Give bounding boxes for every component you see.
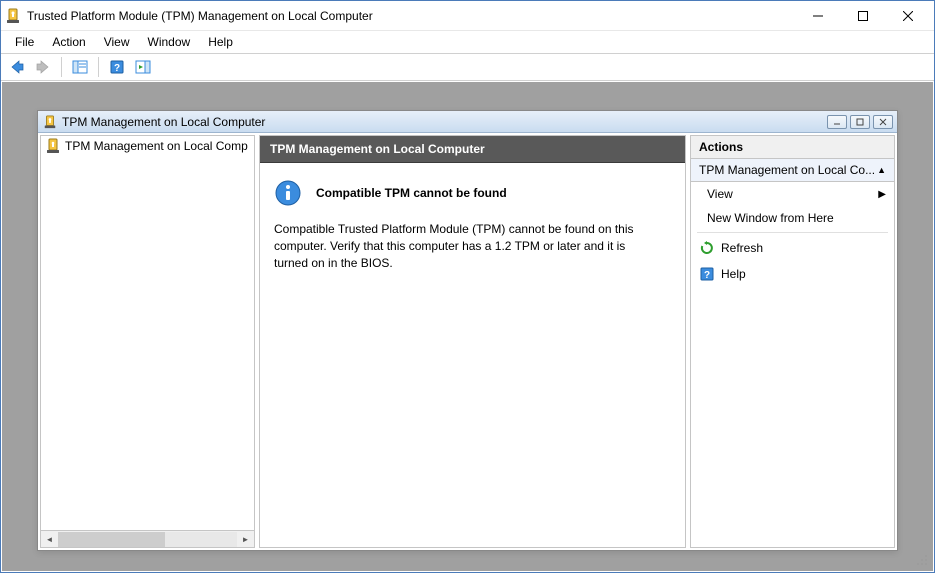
menu-action[interactable]: Action [44,33,93,51]
mdi-client-area: TPM Management on Local Computer TPM Man… [2,82,933,571]
message-header: Compatible TPM cannot be found [274,179,671,207]
collapse-icon: ▲ [877,165,886,175]
action-new-window[interactable]: New Window from Here [691,206,894,230]
mdi-minimize-button[interactable] [827,115,847,129]
tpm-icon [45,138,61,154]
submenu-arrow-icon: ▶ [878,189,886,200]
actions-panel: Actions TPM Management on Local Co... ▲ … [690,135,895,548]
horizontal-scrollbar[interactable]: ◄ ► [41,530,254,547]
tree-panel: TPM Management on Local Comp ◄ ► [40,135,255,548]
mdi-close-button[interactable] [873,115,893,129]
info-icon [274,179,302,207]
scroll-right-button[interactable]: ► [237,532,254,547]
toolbar-separator [98,57,99,77]
center-panel: TPM Management on Local Computer Compati… [259,135,686,548]
titlebar: Trusted Platform Module (TPM) Management… [1,1,934,31]
mdi-maximize-button[interactable] [850,115,870,129]
action-label: Refresh [721,241,763,255]
mdi-child-window: TPM Management on Local Computer TPM Man… [37,110,898,551]
panels: TPM Management on Local Comp ◄ ► TPM Man… [38,133,897,550]
svg-text:?: ? [704,270,710,281]
actions-section-header[interactable]: TPM Management on Local Co... ▲ [691,159,894,182]
center-header: TPM Management on Local Computer [260,136,685,163]
window-title: Trusted Platform Module (TPM) Management… [27,9,795,23]
resize-grip-icon[interactable] [915,553,929,567]
close-button[interactable] [885,2,930,30]
actions-section-title: TPM Management on Local Co... [699,163,877,177]
help-button[interactable]: ? [105,55,129,79]
scroll-thumb[interactable] [58,532,165,547]
action-label: Help [721,267,746,281]
show-hide-tree-button[interactable] [68,55,92,79]
message-title: Compatible TPM cannot be found [316,186,507,200]
tpm-app-icon [5,8,21,24]
menu-help[interactable]: Help [200,33,241,51]
menubar: File Action View Window Help [1,31,934,53]
toolbar: ? [1,53,934,81]
message-body: Compatible Trusted Platform Module (TPM)… [274,221,654,271]
toolbar-separator [61,57,62,77]
menu-file[interactable]: File [7,33,42,51]
show-action-pane-button[interactable] [131,55,155,79]
action-refresh[interactable]: Refresh [691,235,894,261]
svg-text:?: ? [114,63,120,74]
tpm-app-icon [42,114,58,130]
center-body: Compatible TPM cannot be found Compatibl… [260,163,685,287]
mdi-titlebar: TPM Management on Local Computer [38,111,897,133]
action-view[interactable]: View ▶ [691,182,894,206]
action-label: View [707,187,733,201]
menu-view[interactable]: View [96,33,138,51]
scroll-left-button[interactable]: ◄ [41,532,58,547]
maximize-button[interactable] [840,2,885,30]
actions-header: Actions [691,136,894,159]
action-label: New Window from Here [707,211,834,225]
action-help[interactable]: ? Help [691,261,894,287]
minimize-button[interactable] [795,2,840,30]
mdi-window-controls [827,115,893,129]
scroll-track[interactable] [58,532,237,547]
back-button[interactable] [5,55,29,79]
menu-window[interactable]: Window [140,33,199,51]
mdi-title: TPM Management on Local Computer [62,115,827,129]
help-icon: ? [699,266,715,282]
refresh-icon [699,240,715,256]
forward-button[interactable] [31,55,55,79]
tree-item-tpm-root[interactable]: TPM Management on Local Comp [41,136,254,156]
tree-item-label: TPM Management on Local Comp [65,139,248,153]
window-controls [795,2,930,30]
divider [697,232,888,233]
